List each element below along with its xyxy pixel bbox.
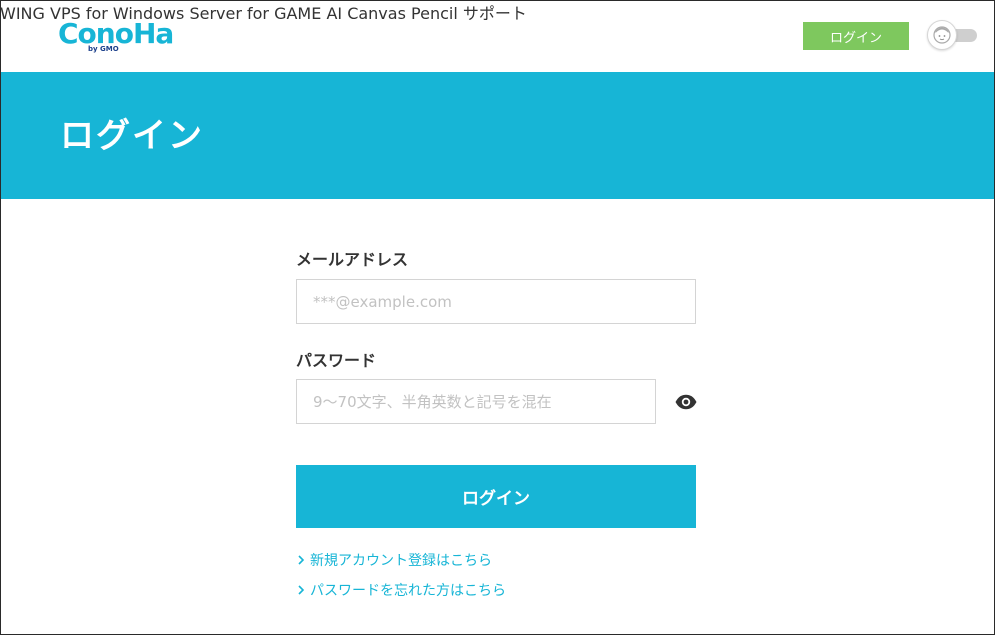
forgot-password-link[interactable]: パスワードを忘れた方はこちら — [296, 580, 506, 600]
eye-icon — [675, 394, 697, 410]
nav-item-game[interactable]: for GAME — [247, 4, 321, 23]
email-field[interactable] — [296, 279, 696, 324]
theme-toggle[interactable] — [927, 20, 979, 50]
nav-item-pencil[interactable]: Pencil — [411, 4, 458, 23]
chevron-right-icon — [298, 555, 305, 565]
conoha-logo[interactable]: ConoHa by GMO — [58, 18, 174, 54]
signup-link-label: 新規アカウント登録はこちら — [310, 553, 492, 569]
avatar-face-icon — [933, 26, 951, 44]
header-login-button[interactable]: ログイン — [803, 22, 909, 50]
logo-byline: by GMO — [88, 45, 119, 53]
page-title: ログイン — [60, 116, 204, 156]
toggle-knob — [927, 20, 957, 50]
password-field[interactable] — [296, 379, 656, 424]
nav-item-support[interactable]: サポート — [463, 4, 527, 23]
login-submit-button[interactable]: ログイン — [296, 465, 696, 528]
password-label: パスワード — [296, 351, 377, 370]
site-header: ConoHa by GMO WING VPS for Windows Serve… — [0, 0, 995, 72]
nav-item-ai-canvas[interactable]: AI Canvas — [326, 4, 405, 23]
email-label: メールアドレス — [296, 250, 409, 269]
signup-link[interactable]: 新規アカウント登録はこちら — [296, 550, 492, 570]
show-password-toggle[interactable] — [674, 390, 698, 414]
forgot-password-link-label: パスワードを忘れた方はこちら — [310, 583, 506, 599]
page-banner: ログイン — [0, 72, 995, 199]
nav-item-wing[interactable]: WING — [0, 4, 45, 23]
chevron-right-icon — [298, 585, 305, 595]
